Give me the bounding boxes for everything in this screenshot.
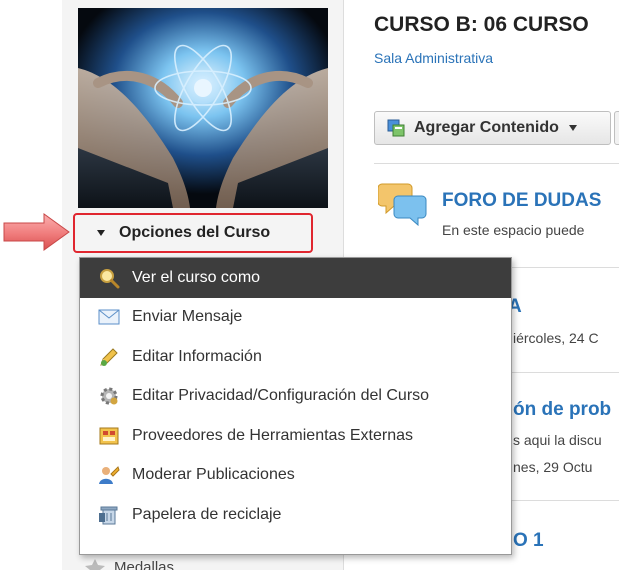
menu-item-label: Editar Privacidad/Configuración del Curs… [132, 387, 430, 405]
add-content-label: Agregar Contenido [414, 119, 559, 136]
pointer-arrow-icon [3, 213, 70, 251]
menu-item-view-course-as[interactable]: Ver el curso como [80, 258, 511, 298]
caret-down-icon [97, 230, 105, 236]
page-title: CURSO B: 06 CURSO [374, 13, 589, 36]
menu-item-recycle-bin[interactable]: Papelera de reciclaje [80, 495, 511, 535]
menu-item-external-tool-providers[interactable]: Proveedores de Herramientas Externas [80, 416, 511, 456]
sidebar-item-badges[interactable]: Medallas [84, 558, 174, 570]
menu-item-label: Moderar Publicaciones [132, 466, 295, 484]
course-options-menu: Ver el curso como Enviar Mensaje Editar … [79, 257, 512, 555]
menu-item-moderate-posts[interactable]: Moderar Publicaciones [80, 456, 511, 496]
menu-item-label: Papelera de reciclaje [132, 505, 282, 523]
menu-item-label: Enviar Mensaje [132, 308, 243, 326]
course-options-label: Opciones del Curso [119, 224, 271, 241]
toolbar-button-edge[interactable] [614, 111, 619, 145]
course-image [78, 8, 328, 208]
content-item-title[interactable]: O 1 [513, 530, 544, 552]
add-content-icon [387, 119, 405, 137]
course-subtitle-link[interactable]: Sala Administrativa [374, 50, 493, 66]
menu-item-label: Editar Información [132, 347, 262, 365]
magnifier-icon [100, 268, 120, 289]
menu-item-send-message[interactable]: Enviar Mensaje [80, 298, 511, 338]
menu-item-edit-privacy-settings[interactable]: Editar Privacidad/Configuración del Curs… [80, 377, 511, 417]
forum-title-link[interactable]: FORO DE DUDAS [442, 190, 601, 212]
caret-down-icon [568, 125, 577, 131]
menu-item-label: Ver el curso como [132, 268, 261, 286]
add-content-button[interactable]: Agregar Contenido [374, 111, 611, 145]
content-item-text: s aqui la discu [513, 432, 602, 448]
divider [374, 163, 619, 164]
course-options-toggle[interactable]: Opciones del Curso [73, 213, 313, 253]
atom-hands-image [78, 8, 328, 208]
forum-icon [378, 183, 427, 226]
star-icon [85, 559, 105, 570]
menu-item-label: Proveedores de Herramientas Externas [132, 426, 414, 444]
tools-icon [99, 427, 119, 445]
envelope-icon [98, 309, 120, 325]
pencil-icon [100, 348, 118, 366]
gear-icon [100, 387, 118, 405]
menu-item-edit-info[interactable]: Editar Información [80, 337, 511, 377]
content-item-date: iércoles, 24 C [513, 330, 599, 346]
forum-description: En este espacio puede [442, 222, 585, 238]
recycle-bin-icon [99, 506, 118, 525]
course-page: Opciones del Curso Medallas CURSO B: 06 … [0, 0, 619, 570]
moderate-icon [99, 466, 120, 485]
content-item-date: nes, 29 Octu [513, 459, 593, 475]
content-item-title[interactable]: ón de prob [513, 399, 611, 421]
sidebar-item-badges-label: Medallas [114, 558, 175, 570]
